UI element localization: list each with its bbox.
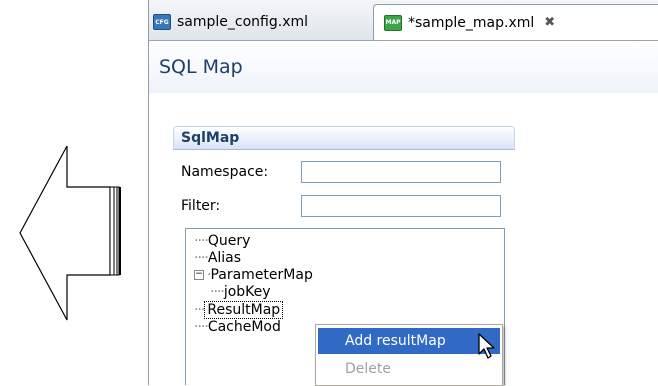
tree-item-jobkey[interactable]: ····jobKey: [210, 284, 271, 301]
filter-row: Filter:: [181, 195, 501, 217]
cfg-file-icon: CFG: [153, 14, 171, 30]
page-title: SQL Map: [149, 41, 658, 93]
delete-menu-item[interactable]: Delete: [318, 356, 500, 382]
tab-bar: CFG sample_config.xml MAP *sample_map.xm…: [149, 0, 658, 41]
tree-item-alias[interactable]: ····Alias: [194, 250, 241, 267]
left-arrow-icon: [19, 145, 121, 321]
tab-sample-map[interactable]: MAP *sample_map.xml ✖: [373, 4, 658, 40]
close-icon[interactable]: ✖: [544, 15, 555, 30]
tree-item-cachemodel[interactable]: ····CacheMod: [194, 319, 281, 336]
namespace-row: Namespace:: [181, 161, 501, 183]
collapse-icon[interactable]: −: [194, 270, 204, 280]
tree-item-parametermap[interactable]: − ·ParameterMap: [194, 267, 313, 284]
context-menu: Add resultMap Delete: [315, 324, 503, 386]
tab-label: sample_config.xml: [177, 14, 309, 30]
tab-label: *sample_map.xml: [408, 14, 535, 31]
filter-label: Filter:: [181, 198, 221, 214]
mouse-pointer-icon: [478, 333, 495, 359]
tree-item-query[interactable]: ····Query: [194, 233, 250, 250]
tab-sample-config[interactable]: CFG sample_config.xml: [153, 6, 308, 38]
map-file-icon: MAP: [384, 14, 402, 31]
namespace-input[interactable]: [301, 161, 501, 183]
tree-item-resultmap[interactable]: ··· ResultMap: [194, 301, 284, 319]
section-title[interactable]: SqlMap: [173, 126, 515, 150]
filter-input[interactable]: [301, 195, 501, 217]
add-resultmap-menu-item[interactable]: Add resultMap: [318, 328, 500, 354]
namespace-label: Namespace:: [181, 164, 269, 180]
